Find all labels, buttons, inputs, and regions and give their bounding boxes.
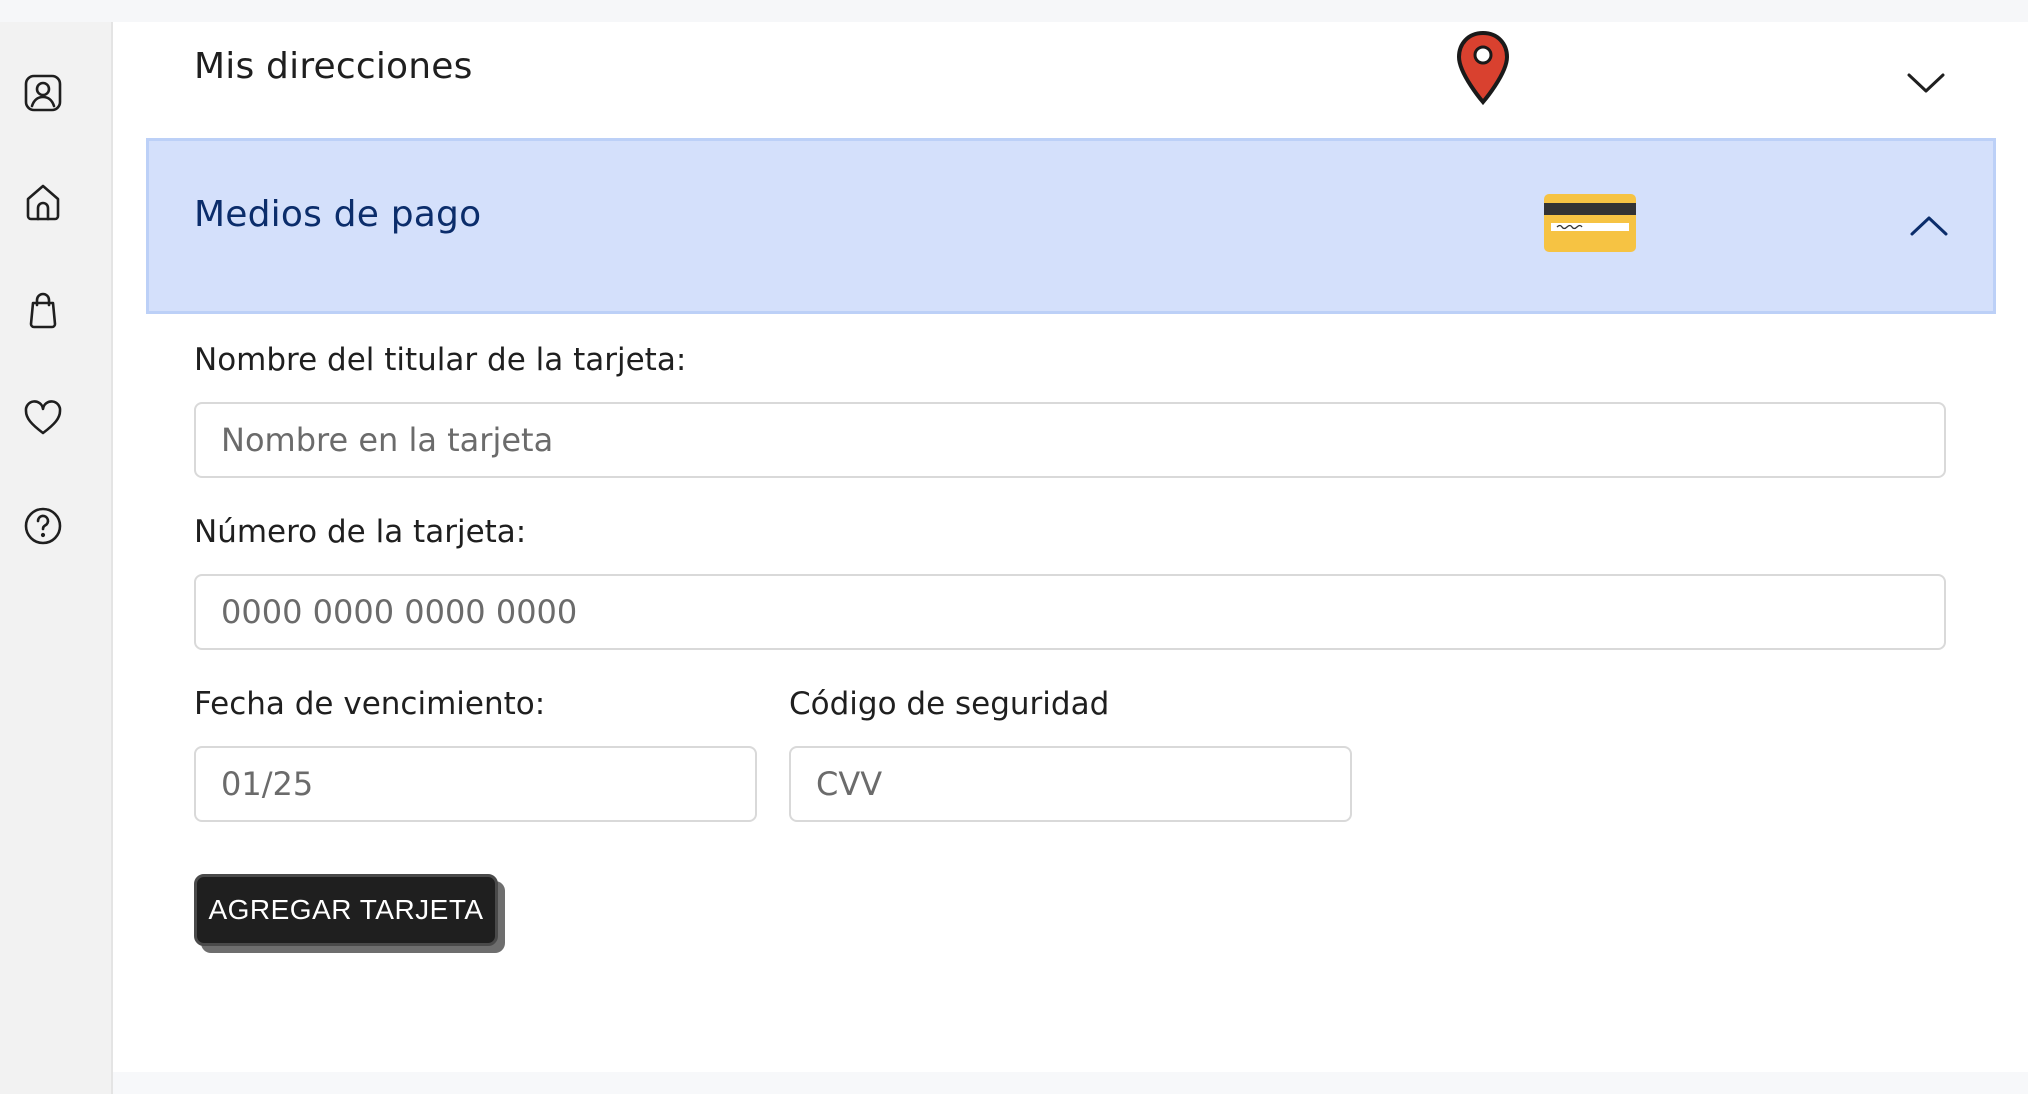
shopping-bag-icon xyxy=(29,292,57,329)
payment-title: Medios de pago xyxy=(194,194,482,235)
chevron-up-icon[interactable] xyxy=(1906,203,1952,249)
accordion-payment-header[interactable]: Medios de pago xyxy=(146,138,1996,314)
expiry-date-label: Fecha de vencimiento: xyxy=(194,686,546,722)
sidebar-item-profile[interactable] xyxy=(20,70,66,116)
expiry-date-input[interactable] xyxy=(194,746,757,822)
sidebar xyxy=(0,22,113,1094)
add-card-button[interactable]: AGREGAR TARJETA xyxy=(194,874,498,946)
accordion-addresses-header[interactable]: Mis direcciones xyxy=(113,22,2028,138)
card-number-input[interactable] xyxy=(194,574,1946,650)
card-number-label: Número de la tarjeta: xyxy=(194,514,527,550)
map-pin-icon xyxy=(1453,30,1513,110)
sidebar-item-home[interactable] xyxy=(20,179,66,225)
sidebar-item-help[interactable] xyxy=(20,503,66,549)
bottom-strip xyxy=(113,1072,2028,1094)
top-strip xyxy=(0,0,2028,22)
credit-card-icon xyxy=(1543,193,1637,257)
help-icon xyxy=(24,507,62,545)
card-holder-label: Nombre del titular de la tarjeta: xyxy=(194,342,687,378)
addresses-title: Mis direcciones xyxy=(194,46,473,87)
home-icon xyxy=(26,184,60,221)
sidebar-item-favorites[interactable] xyxy=(20,395,66,441)
cvv-input[interactable] xyxy=(789,746,1352,822)
user-profile-icon xyxy=(24,74,62,112)
cvv-label: Código de seguridad xyxy=(789,686,1110,722)
sidebar-item-orders[interactable] xyxy=(20,287,66,333)
card-holder-input[interactable] xyxy=(194,402,1946,478)
chevron-down-icon[interactable] xyxy=(1903,60,1949,106)
heart-icon xyxy=(24,400,62,435)
